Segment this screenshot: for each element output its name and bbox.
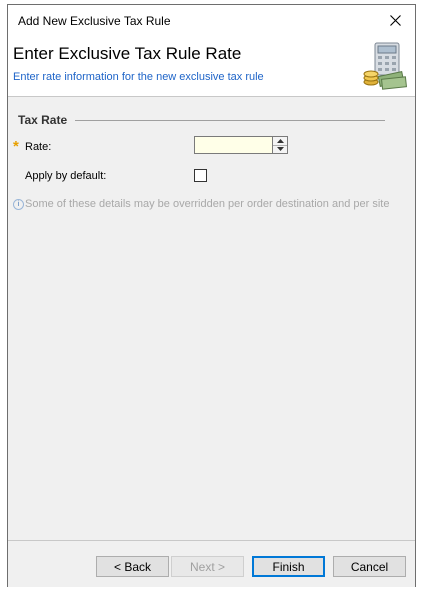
spin-down-button[interactable] (273, 145, 287, 153)
wizard-header: Enter Exclusive Tax Rule Rate Enter rate… (8, 36, 415, 97)
calculator-money-icon (363, 42, 408, 90)
rate-label: Rate: (25, 141, 52, 153)
required-indicator: * (13, 138, 19, 155)
arrow-up-icon (276, 139, 284, 143)
title-bar: Add New Exclusive Tax Rule (8, 5, 415, 36)
section-title: Tax Rate (18, 113, 68, 127)
page-subtitle: Enter rate information for the new exclu… (13, 71, 264, 83)
next-button[interactable]: Next > (171, 556, 244, 577)
back-button[interactable]: < Back (96, 556, 169, 577)
rate-spinner[interactable] (272, 136, 288, 154)
rate-input[interactable] (194, 136, 274, 154)
info-icon: i (13, 199, 24, 210)
apply-by-default-label: Apply by default: (25, 170, 107, 182)
window-title: Add New Exclusive Tax Rule (18, 14, 171, 28)
info-text: Some of these details may be overridden … (25, 198, 390, 210)
cancel-button[interactable]: Cancel (333, 556, 406, 577)
arrow-down-icon (276, 147, 284, 151)
dialog-window: Add New Exclusive Tax Rule Enter Exclusi… (7, 4, 416, 587)
wizard-footer: < Back Next > Finish Cancel (8, 540, 415, 587)
finish-button[interactable]: Finish (252, 556, 325, 577)
close-icon (389, 15, 401, 26)
wizard-content: Tax Rate * Rate: Apply by default: i Som… (8, 97, 415, 539)
apply-by-default-checkbox[interactable] (194, 169, 207, 182)
page-title: Enter Exclusive Tax Rule Rate (13, 44, 242, 63)
close-button[interactable] (375, 5, 415, 36)
section-divider (75, 120, 385, 121)
